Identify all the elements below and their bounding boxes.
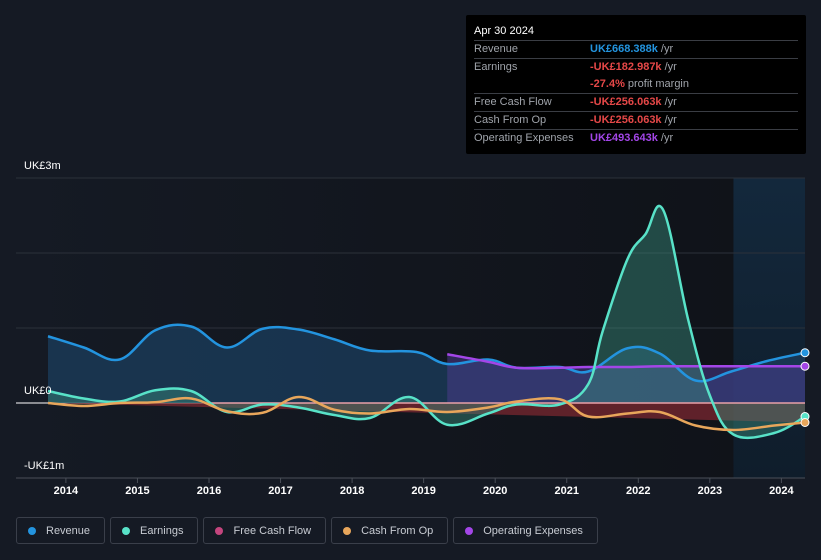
legend-item-free-cash-flow[interactable]: Free Cash Flow (203, 517, 327, 544)
legend-label: Earnings (140, 524, 184, 537)
tooltip-unit: /yr (664, 114, 677, 126)
tooltip-row: -27.4% profit margin (474, 76, 798, 94)
legend-item-cash-from-op[interactable]: Cash From Op (331, 517, 449, 544)
tooltip-unit: /yr (664, 61, 677, 73)
legend-dot-icon (215, 526, 224, 535)
tooltip-label: Operating Expenses (474, 132, 574, 144)
tooltip-unit: /yr (660, 43, 674, 55)
x-tick-label: 2018 (339, 485, 365, 497)
tooltip-value: UK£668.388k (590, 43, 658, 55)
tooltip-date: Apr 30 2024 (474, 23, 798, 41)
tooltip-panel: Apr 30 2024 Revenue UK£668.388k/yr Earning… (466, 15, 806, 154)
tooltip-row: Operating Expenses UK£493.643k/yr (474, 130, 798, 147)
y-tick-label-neg1m: -UK£1m (24, 460, 65, 472)
x-tick-label: 2016 (196, 485, 222, 497)
x-tick-label: 2019 (411, 485, 436, 497)
x-tick-label: 2014 (53, 485, 79, 497)
tooltip-value: UK£493.643k (590, 132, 658, 144)
tooltip-unit: /yr (660, 132, 674, 144)
cash-from-op-end-point[interactable] (800, 418, 810, 427)
x-tick-label: 2023 (697, 485, 723, 497)
tooltip-label: Free Cash Flow (474, 96, 552, 108)
x-tick-label: 2024 (769, 485, 794, 497)
x-tick-label: 2021 (554, 485, 579, 497)
tooltip-row: Free Cash Flow -UK£256.063k/yr (474, 94, 798, 112)
tooltip-row: Revenue UK£668.388k/yr (474, 41, 798, 59)
legend-label: Free Cash Flow (233, 524, 312, 537)
operating-expenses-end-point[interactable] (800, 361, 810, 371)
tooltip-value: -UK£182.987k (590, 61, 662, 73)
tooltip-value: -UK£256.063k (590, 114, 662, 126)
legend-label: Revenue (46, 524, 91, 537)
tooltip-row: Cash From Op -UK£256.063k/yr (474, 112, 798, 130)
y-tick-label-3m: UK£3m (24, 160, 61, 172)
legend-item-earnings[interactable]: Earnings (110, 517, 199, 544)
x-tick-label: 2020 (482, 485, 508, 497)
tooltip-unit: profit margin (627, 78, 689, 90)
x-tick-label: 2017 (268, 485, 293, 497)
tooltip-value: -27.4% (590, 78, 625, 90)
y-tick-label-0: UK£0 (24, 385, 52, 397)
legend: Revenue Earnings Free Cash Flow Cash From O… (16, 517, 598, 544)
tooltip-label (474, 76, 590, 93)
revenue-end-point[interactable] (800, 348, 810, 358)
tooltip-row: Earnings -UK£182.987k/yr (474, 59, 798, 76)
tooltip-label: Earnings (474, 61, 518, 73)
tooltip-label: Revenue (474, 43, 519, 55)
legend-item-revenue[interactable]: Revenue (16, 517, 106, 544)
tooltip-value: -UK£256.063k (590, 96, 662, 108)
x-tick-label: 2015 (125, 485, 150, 497)
legend-label: Cash From Op (361, 524, 434, 537)
legend-dot-icon (122, 526, 131, 535)
x-tick-label: 2022 (626, 485, 651, 497)
tooltip-label: Cash From Op (474, 114, 547, 126)
legend-label: Operating Expenses (483, 524, 583, 537)
legend-dot-icon (343, 526, 352, 535)
tooltip-unit: /yr (664, 96, 677, 108)
legend-dot-icon (28, 526, 36, 535)
legend-dot-icon (465, 526, 474, 535)
legend-item-operating-expenses[interactable]: Operating Expenses (453, 517, 598, 544)
